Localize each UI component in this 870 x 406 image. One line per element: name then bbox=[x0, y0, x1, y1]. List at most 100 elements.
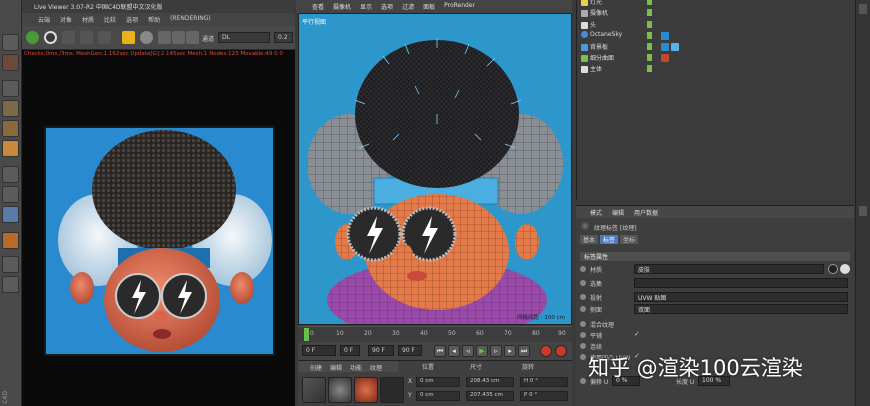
point-icon[interactable] bbox=[2, 140, 19, 157]
material-swatch[interactable] bbox=[354, 377, 378, 403]
tab-user-data[interactable]: 用户数据 bbox=[634, 208, 658, 217]
animate-radio[interactable] bbox=[580, 332, 586, 338]
pick-icon[interactable] bbox=[172, 31, 185, 44]
rotation-h-field[interactable]: H 0 ° bbox=[520, 377, 568, 387]
clear-icon[interactable] bbox=[840, 264, 850, 274]
pause-icon[interactable] bbox=[62, 31, 75, 44]
material-tag-icon[interactable] bbox=[661, 43, 669, 51]
tab-create[interactable]: 创建 bbox=[310, 363, 322, 372]
side-dropdown[interactable]: 双面 bbox=[634, 304, 848, 314]
lv-menu-cloud[interactable]: 云端 bbox=[38, 15, 50, 24]
animate-radio[interactable] bbox=[580, 266, 586, 272]
animate-radio[interactable] bbox=[580, 321, 586, 327]
prev-frame-icon[interactable]: ◃ bbox=[462, 345, 474, 357]
object-item[interactable]: 主体 bbox=[581, 64, 851, 75]
material-tag-icon[interactable] bbox=[661, 32, 669, 40]
vp-menu-prorender[interactable]: ProRender bbox=[444, 2, 475, 11]
material-preview-icon[interactable] bbox=[828, 264, 838, 274]
selection-field[interactable] bbox=[634, 278, 848, 288]
visible-check[interactable] bbox=[647, 65, 652, 72]
lv-menu-options[interactable]: 选项 bbox=[126, 15, 138, 24]
timeline[interactable]: 0 10 20 30 40 50 60 70 80 90 bbox=[298, 326, 572, 342]
prev-key-icon[interactable]: ◂ bbox=[448, 345, 460, 357]
position-y-field[interactable]: 0 cm bbox=[416, 391, 460, 401]
value-field[interactable]: 0.2 bbox=[274, 32, 293, 43]
autokey-icon[interactable] bbox=[555, 345, 567, 357]
visible-check[interactable] bbox=[647, 21, 652, 28]
gear-icon[interactable] bbox=[26, 31, 39, 44]
edge-icon[interactable] bbox=[2, 120, 19, 137]
visible-check[interactable] bbox=[647, 9, 652, 16]
vp-menu-view[interactable]: 查看 bbox=[312, 2, 324, 11]
current-frame-field[interactable]: 0 F bbox=[340, 345, 360, 356]
object-item[interactable]: 头 bbox=[581, 20, 851, 31]
go-start-icon[interactable]: ⏮ bbox=[434, 345, 446, 357]
play-icon[interactable]: ▶ bbox=[476, 345, 488, 357]
visible-check[interactable] bbox=[647, 0, 652, 5]
axis-icon[interactable] bbox=[2, 166, 19, 183]
position-x-field[interactable]: 0 cm bbox=[416, 377, 460, 387]
projection-dropdown[interactable]: UVW 贴图 bbox=[634, 292, 848, 302]
animate-radio[interactable] bbox=[580, 378, 586, 384]
material-swatch[interactable] bbox=[328, 377, 352, 403]
polygon-icon[interactable] bbox=[2, 100, 19, 117]
refresh-icon[interactable] bbox=[44, 31, 57, 44]
subtab-tag[interactable]: 标签 bbox=[600, 235, 619, 244]
animate-radio[interactable] bbox=[580, 306, 586, 312]
material-tag-icon[interactable] bbox=[671, 43, 679, 51]
checker-icon[interactable] bbox=[2, 54, 19, 71]
object-item[interactable]: 细分曲面 bbox=[581, 53, 851, 64]
vp-menu-camera[interactable]: 摄像机 bbox=[333, 2, 351, 11]
tab-edit[interactable]: 编辑 bbox=[612, 208, 624, 217]
object-item[interactable]: OctaneSky bbox=[581, 31, 851, 42]
rotation-p-field[interactable]: P 0 ° bbox=[520, 391, 568, 401]
start-frame-field[interactable]: 0 F bbox=[302, 345, 336, 356]
size-x-field[interactable]: 208.43 cm bbox=[466, 377, 514, 387]
tab-edit[interactable]: 编辑 bbox=[330, 363, 342, 372]
region-icon[interactable] bbox=[98, 31, 111, 44]
object-item[interactable]: 灯光 bbox=[581, 0, 851, 8]
playhead[interactable] bbox=[304, 328, 309, 341]
lock-icon[interactable] bbox=[122, 31, 135, 44]
go-end-icon[interactable]: ⏭ bbox=[518, 345, 530, 357]
lv-menu-help[interactable]: 帮助 bbox=[148, 15, 160, 24]
subtab-coord[interactable]: 坐标 bbox=[620, 235, 639, 244]
tab-mode[interactable]: 模式 bbox=[590, 208, 602, 217]
channel-dropdown[interactable]: DL bbox=[218, 32, 270, 43]
tab-function[interactable]: 功能 bbox=[350, 363, 362, 372]
material-swatch[interactable] bbox=[380, 377, 404, 403]
end-frame-field-2[interactable]: 90 F bbox=[398, 345, 422, 356]
tab-texture[interactable]: 纹理 bbox=[370, 363, 382, 372]
end-frame-field[interactable]: 90 F bbox=[368, 345, 394, 356]
cube-icon[interactable] bbox=[2, 80, 19, 97]
tile-checkbox[interactable]: ✓ bbox=[634, 330, 640, 338]
animate-radio[interactable] bbox=[580, 294, 586, 300]
subtab-basic[interactable]: 基本 bbox=[580, 235, 599, 244]
snap-icon[interactable] bbox=[2, 206, 19, 223]
mouse-icon[interactable] bbox=[2, 186, 19, 203]
object-item[interactable]: 摄像机 bbox=[581, 8, 851, 19]
magnet-icon[interactable] bbox=[2, 232, 19, 249]
focus-icon[interactable] bbox=[186, 31, 199, 44]
animate-radio[interactable] bbox=[580, 354, 586, 360]
vp-menu-options[interactable]: 选项 bbox=[381, 2, 393, 11]
panel-tab-icon[interactable] bbox=[859, 4, 867, 14]
animate-radio[interactable] bbox=[580, 280, 586, 286]
stop-icon[interactable] bbox=[80, 31, 93, 44]
target-icon[interactable] bbox=[158, 31, 171, 44]
vp-menu-filter[interactable]: 过滤 bbox=[402, 2, 414, 11]
visible-check[interactable] bbox=[647, 43, 652, 50]
lv-menu-material[interactable]: 材质 bbox=[82, 15, 94, 24]
vp-menu-display[interactable]: 显示 bbox=[360, 2, 372, 11]
next-frame-icon[interactable]: ▹ bbox=[490, 345, 502, 357]
vp-menu-panel[interactable]: 面板 bbox=[423, 2, 435, 11]
panel-tab-icon[interactable] bbox=[859, 206, 867, 216]
next-key-icon[interactable]: ▸ bbox=[504, 345, 516, 357]
material-field[interactable]: 皮肤 bbox=[634, 264, 824, 274]
record-icon[interactable] bbox=[540, 345, 552, 357]
animate-radio[interactable] bbox=[580, 343, 586, 349]
lock-grid-icon[interactable] bbox=[2, 276, 19, 293]
material-tag-icon[interactable] bbox=[661, 54, 669, 62]
size-y-field[interactable]: 207.435 cm bbox=[466, 391, 514, 401]
grid-icon[interactable] bbox=[2, 256, 19, 273]
